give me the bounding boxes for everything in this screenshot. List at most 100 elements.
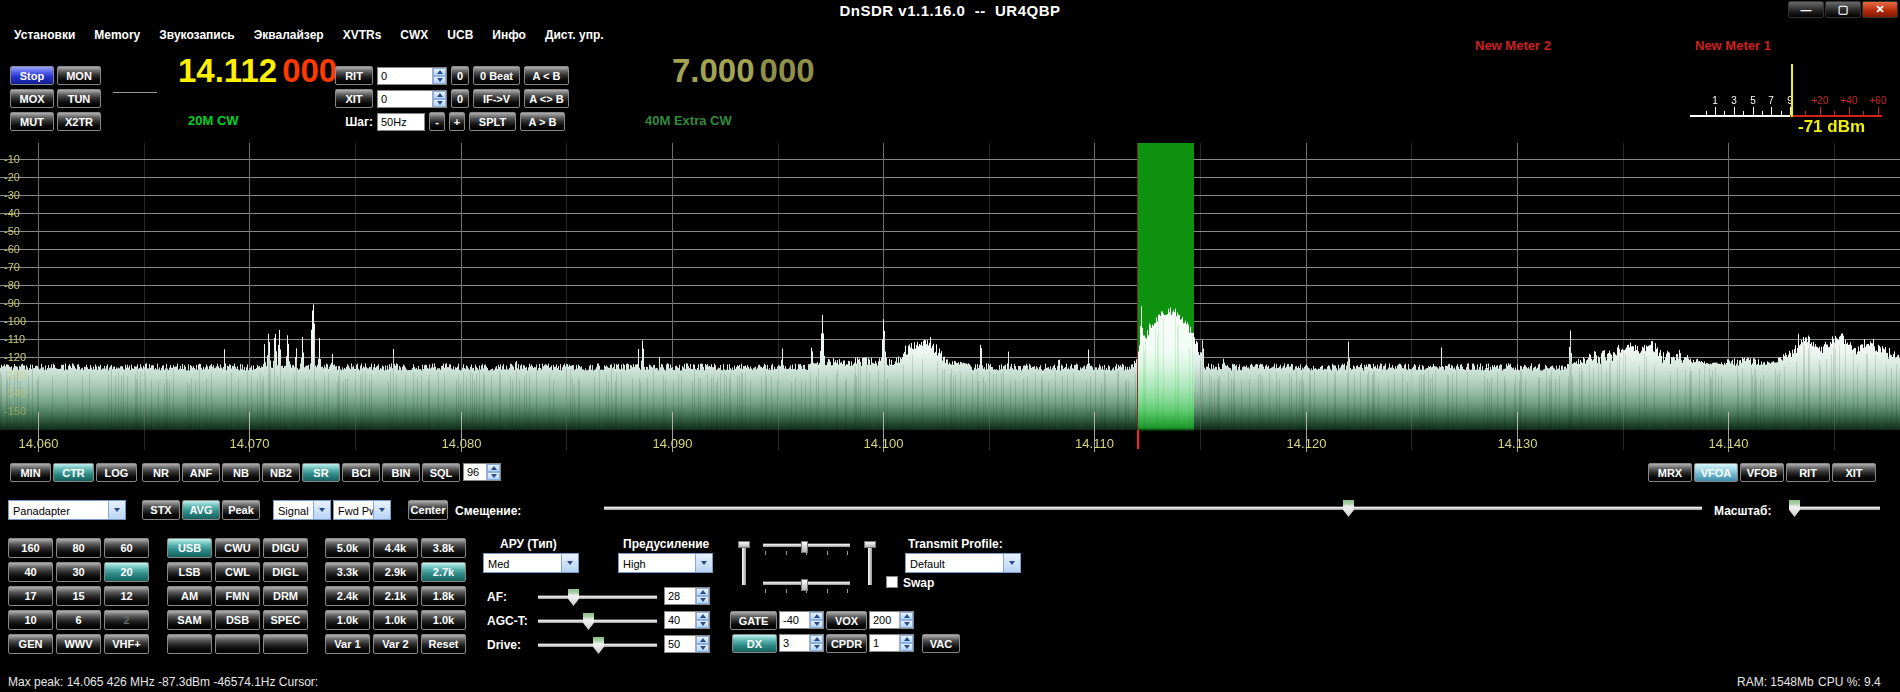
cpdr-button[interactable]: CPDR (826, 634, 867, 653)
dx-button[interactable]: DX (732, 634, 777, 653)
filter-button[interactable]: 3.3k (325, 562, 370, 582)
mode-button[interactable]: CWU (215, 538, 260, 558)
new-meter-1-label[interactable]: New Meter 1 (1695, 38, 1771, 53)
new-meter-2-label[interactable]: New Meter 2 (1475, 38, 1551, 53)
offset-slider-thumb[interactable] (1343, 500, 1354, 517)
xit-zero-button[interactable]: 0 (451, 89, 469, 108)
a-gt-b-button[interactable]: A > B (520, 112, 565, 131)
menu-item[interactable]: Memory (94, 28, 140, 42)
display-type-select[interactable]: Panadapter (8, 500, 126, 520)
vox-spinner[interactable]: 200 (869, 611, 914, 629)
filter-button[interactable]: 2.7k (421, 562, 466, 582)
gate-button[interactable]: GATE (730, 611, 777, 630)
drive-spinner[interactable]: 50 (664, 635, 710, 653)
vfo-select-button[interactable]: XIT (1832, 463, 1876, 482)
mode-button[interactable] (167, 634, 212, 654)
mode-button[interactable]: FMN (215, 586, 260, 606)
sql-spinner[interactable]: 96 (463, 463, 501, 481)
offset-slider[interactable] (604, 506, 1702, 510)
band-button[interactable]: 12 (104, 586, 149, 606)
vox-button[interactable]: VOX (826, 611, 867, 630)
filter-button[interactable]: 5.0k (325, 538, 370, 558)
dsp-button[interactable]: BCI (342, 463, 380, 482)
menu-item[interactable]: Инфо (492, 28, 526, 42)
band-button[interactable]: 40 (8, 562, 53, 582)
menu-item[interactable]: XVTRs (343, 28, 382, 42)
a-swap-b-button[interactable]: A <> B (524, 89, 569, 108)
mode-button[interactable]: DSB (215, 610, 260, 630)
transport-button[interactable]: X2TR (57, 112, 101, 131)
af-slider-thumb[interactable] (568, 589, 579, 606)
band-button[interactable]: WWV (56, 634, 101, 654)
mode-button[interactable]: SPEC (263, 610, 308, 630)
pan-right-thumb[interactable] (864, 541, 876, 548)
vfo-select-button[interactable]: RIT (1786, 463, 1830, 482)
band-button[interactable]: 2 (104, 610, 149, 630)
af-slider[interactable] (538, 595, 657, 599)
panadapter-spectrum[interactable] (0, 143, 1900, 458)
band-button[interactable]: 17 (8, 586, 53, 606)
transport-button[interactable]: TUN (57, 89, 101, 108)
mode-button[interactable] (215, 634, 260, 654)
if-to-v-button[interactable]: IF->V (473, 89, 520, 108)
menu-item[interactable]: UCB (447, 28, 473, 42)
zoom-slider[interactable] (1790, 506, 1880, 510)
mode-button[interactable]: USB (167, 538, 212, 558)
band-button[interactable]: 80 (56, 538, 101, 558)
display-mode-button[interactable]: MIN (10, 463, 51, 482)
filter-button[interactable]: 2.4k (325, 586, 370, 606)
band-button[interactable]: VHF+ (104, 634, 149, 654)
transmit-profile-select[interactable]: Default (905, 553, 1021, 573)
band-button[interactable]: 10 (8, 610, 53, 630)
transport-button[interactable]: MOX (10, 89, 54, 108)
dsp-button[interactable]: SR (302, 463, 340, 482)
menu-item[interactable]: Эквалайзер (254, 28, 324, 42)
filter-button[interactable]: 4.4k (373, 538, 418, 558)
a-lt-b-button[interactable]: A < B (524, 66, 569, 85)
signal-select[interactable]: Signal (273, 500, 331, 520)
rit-spinner[interactable]: 0 (377, 67, 447, 85)
menu-item[interactable]: CWX (400, 28, 428, 42)
mode-button[interactable]: DRM (263, 586, 308, 606)
af-spinner[interactable]: 28 (664, 587, 710, 605)
mode-button[interactable] (263, 634, 308, 654)
mode-button[interactable]: LSB (167, 562, 212, 582)
mode-button[interactable]: DIGU (263, 538, 308, 558)
spectrum-mode-button[interactable]: STX (142, 500, 180, 520)
vfo-select-button[interactable]: VFOA (1694, 463, 1738, 482)
filter-button[interactable]: Reset (421, 634, 466, 654)
dsp-button[interactable]: BIN (382, 463, 420, 482)
zoom-slider-thumb[interactable] (1789, 500, 1800, 517)
minimize-button[interactable]: — (1788, 1, 1824, 18)
step-plus-button[interactable]: + (449, 112, 465, 131)
filter-button[interactable]: Var 1 (325, 634, 370, 654)
zero-beat-button[interactable]: 0 Beat (473, 66, 520, 85)
close-button[interactable]: ✕ (1862, 1, 1898, 18)
transport-button[interactable]: MON (57, 66, 101, 85)
dsp-button[interactable]: NR (142, 463, 180, 482)
filter-button[interactable]: 2.1k (373, 586, 418, 606)
filter-button[interactable]: 1.0k (373, 610, 418, 630)
xit-button[interactable]: XIT (335, 89, 373, 108)
vfo-select-button[interactable]: VFOB (1740, 463, 1784, 482)
agct-spinner[interactable]: 40 (664, 611, 710, 629)
mode-button[interactable]: DIGL (263, 562, 308, 582)
filter-button[interactable]: 1.0k (421, 610, 466, 630)
vac-button[interactable]: VAC (922, 634, 960, 653)
vfo-select-button[interactable]: MRX (1648, 463, 1692, 482)
spectrum-mode-button[interactable]: AVG (182, 500, 220, 520)
spectrum-mode-button[interactable]: Peak (222, 500, 260, 520)
step-minus-button[interactable]: - (429, 112, 445, 131)
agct-slider-thumb[interactable] (583, 613, 594, 630)
agc-type-select[interactable]: Med (483, 553, 579, 573)
dsp-button[interactable]: NB (222, 463, 260, 482)
mode-button[interactable]: SAM (167, 610, 212, 630)
maximize-button[interactable]: ▢ (1825, 1, 1861, 18)
cpdr-spinner[interactable]: 1 (869, 634, 914, 652)
rit-button[interactable]: RIT (335, 66, 373, 85)
menu-item[interactable]: Установки (14, 28, 75, 42)
split-button[interactable]: SPLT (469, 112, 516, 131)
band-button[interactable]: 20 (104, 562, 149, 582)
filter-button[interactable]: 2.9k (373, 562, 418, 582)
pan-left-thumb[interactable] (738, 541, 750, 548)
